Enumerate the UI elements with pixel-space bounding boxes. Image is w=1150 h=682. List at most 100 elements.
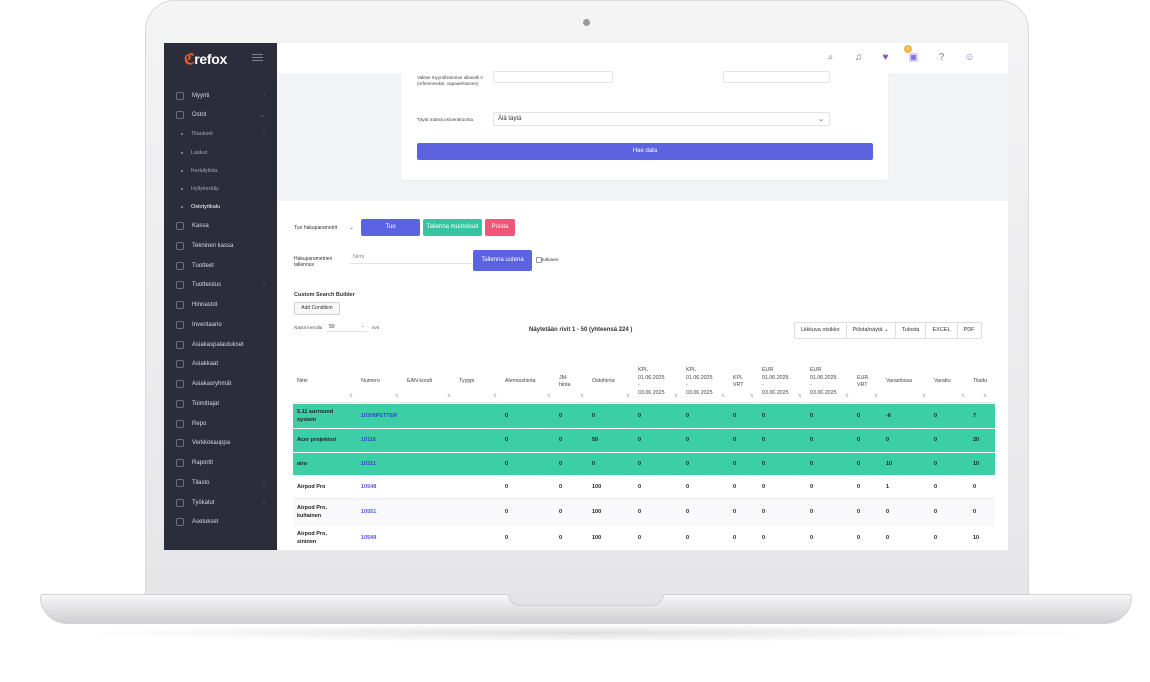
heart-icon[interactable]: ♥	[880, 52, 891, 63]
product-number-link[interactable]: 10116	[361, 437, 376, 445]
sort-icon[interactable]: ⇅	[874, 393, 878, 399]
column-visibility-button[interactable]: Piilota/näytä ⌄	[847, 323, 896, 338]
table-row[interactable]: Airpod Pro, kultainen 10551 0 0 100 0 0 0 0 0 0 0 0 0	[293, 499, 995, 526]
sidebar-item-raportit[interactable]: Raportit	[164, 454, 277, 472]
import-button[interactable]: Tuo	[361, 219, 420, 236]
sort-icon[interactable]: ⇅	[580, 393, 584, 399]
history-range-input-2[interactable]	[723, 71, 830, 83]
sidebar-item-verkkokauppa[interactable]: Verkkokauppa	[164, 434, 277, 452]
sidebar-item-myynti[interactable]: Myynti ›	[164, 87, 277, 105]
sidebar-item-hinnastot[interactable]: Hinnastot	[164, 296, 277, 314]
page-size-select[interactable]: 50 ⌄	[327, 322, 367, 332]
sidebar-item-asiakkaat[interactable]: Asiakkaat	[164, 355, 277, 373]
sort-icon[interactable]: ⇅	[395, 393, 399, 399]
sort-icon[interactable]: ⇅	[961, 393, 965, 399]
sort-icon[interactable]: ⇅	[983, 393, 987, 399]
name-input[interactable]: Nimi	[349, 251, 472, 264]
column-header[interactable]: Alennushinta	[505, 378, 536, 386]
column-header[interactable]: JM-hinta	[559, 375, 571, 390]
sort-icon[interactable]: ⇅	[721, 393, 725, 399]
column-header[interactable]: Nimi	[297, 378, 308, 386]
column-header[interactable]: Numero	[361, 378, 380, 386]
bell-icon[interactable]: ♫	[853, 52, 864, 63]
sidebar-item-tuotteet[interactable]: Tuotteet	[164, 257, 277, 275]
print-button[interactable]: Tulosta	[896, 323, 927, 338]
menu-toggle-icon[interactable]	[252, 54, 263, 63]
chevron-down-icon[interactable]: ⌄	[349, 224, 354, 231]
column-header[interactable]: KPL 01.06.2025-03.06.2025	[638, 367, 665, 397]
fill-select[interactable]: Älä täytä ⌄	[493, 112, 830, 126]
table-cell: 0	[505, 483, 509, 490]
logo-mark-icon: ℭ	[184, 51, 195, 68]
sort-icon[interactable]: ⇅	[798, 393, 802, 399]
sidebar-item-label: Asiakaspalautukset	[192, 342, 244, 348]
search-icon[interactable]: ⌕	[825, 52, 836, 63]
column-header[interactable]: KPL VRT	[733, 375, 744, 390]
sidebar-item-label: Inventaario	[192, 322, 222, 328]
product-number-link[interactable]: 10211	[361, 461, 376, 469]
column-header[interactable]: Varattu	[934, 378, 951, 386]
sidebar-item-asiakaspalautukset[interactable]: Asiakaspalautukset	[164, 336, 277, 354]
column-header[interactable]: Varastossa	[886, 378, 912, 386]
sort-icon[interactable]: ⇅	[547, 393, 551, 399]
table-row[interactable]: Airpod Pro, sininen 10549 0 0 100 0 0 0 0 0 0 0 0 10	[293, 526, 995, 550]
column-header[interactable]: EAN koodi	[407, 378, 432, 386]
product-number-link[interactable]: 10549	[361, 535, 376, 543]
save-changes-button[interactable]: Tallenna muutokset	[423, 219, 482, 236]
column-header[interactable]: Tilattu	[973, 378, 987, 386]
sidebar-item-asetukset[interactable]: Asetukset	[164, 513, 277, 531]
sidebar-item-hyllykeräily[interactable]: Hyllykeräily	[164, 180, 277, 198]
product-number-link[interactable]: 10548	[361, 484, 376, 492]
sidebar-item-ostot[interactable]: Ostot ⌄	[164, 106, 277, 124]
sidebar-item-repo[interactable]: Repo	[164, 415, 277, 433]
sidebar-item-asiakasryhmät[interactable]: Asiakasryhmät	[164, 375, 277, 393]
product-number-link[interactable]: 102HIPETTER	[361, 413, 397, 421]
sticky-header-button[interactable]: Liikkuva otsikko	[795, 323, 847, 338]
sidebar-item-kassa[interactable]: Kassa	[164, 217, 277, 235]
sort-icon[interactable]: ⇅	[922, 393, 926, 399]
gift-icon[interactable]: ▣	[908, 52, 919, 63]
pdf-button[interactable]: PDF	[958, 323, 981, 338]
table-row[interactable]: Acer projektori 10116 0 0 50 0 0 0 0 0 0 0 0 20	[293, 429, 995, 453]
user-icon[interactable]: ☺	[964, 52, 975, 63]
sidebar-item-toimittajat[interactable]: Toimittajat	[164, 395, 277, 413]
sidebar-item-label: Myynti	[192, 93, 210, 99]
column-header[interactable]: EUR 01.06.2025-03.06.2025	[810, 367, 837, 397]
sort-icon[interactable]: ⇅	[845, 393, 849, 399]
column-header[interactable]: EUR VRT	[857, 375, 868, 390]
add-condition-button[interactable]: Add Condition	[294, 302, 340, 315]
table-row[interactable]: 5.11 surround system 102HIPETTER 0 0 0 0 0 0 0 0 0 -…	[293, 404, 995, 429]
table-row[interactable]: airo 10211 0 0 0 0 0 0 0 0 0 10 0 10	[293, 453, 995, 476]
sort-icon[interactable]: ⇅	[750, 393, 754, 399]
sort-icon[interactable]: ⇅	[493, 393, 497, 399]
sidebar-item-tuotteistus[interactable]: Tuotteistus ›	[164, 276, 277, 294]
column-header[interactable]: Ostohinta	[592, 378, 615, 386]
sidebar-item-tilasto[interactable]: Tilasto ›	[164, 474, 277, 492]
sidebar-item-inventaario[interactable]: Inventaario	[164, 316, 277, 334]
sidebar-item-tekninen-kassa[interactable]: Tekninen kassa	[164, 237, 277, 255]
sidebar-item-laskut[interactable]: Laskut ›	[164, 144, 277, 162]
help-icon[interactable]: ?	[936, 52, 947, 63]
table-cell: 100	[592, 483, 602, 490]
sidebar-item-työkalut[interactable]: Työkalut ›	[164, 494, 277, 512]
column-header[interactable]: Tyyppi	[459, 378, 474, 386]
table-row[interactable]: Airpod Pro 10548 0 0 100 0 0 0 0 0 0 1 0 0	[293, 476, 995, 499]
table-cell: 0	[733, 508, 737, 515]
history-range-input[interactable]	[493, 71, 613, 83]
sort-icon[interactable]: ⇅	[626, 393, 630, 399]
logo[interactable]: ℭrefox	[184, 50, 227, 68]
sidebar-item-keräilylista[interactable]: Keräilylista	[164, 162, 277, 180]
product-number-link[interactable]: 10551	[361, 509, 376, 517]
save-new-button[interactable]: Tallenna uutena	[473, 250, 532, 271]
sidebar-item-tilaukset[interactable]: Tilaukset ›	[164, 125, 277, 143]
sort-icon[interactable]: ⇅	[349, 393, 353, 399]
sort-icon[interactable]: ⇅	[674, 393, 678, 399]
column-header[interactable]: KPL 01.06.2025-03.06.2025	[686, 367, 713, 397]
column-header[interactable]: EUR 01.06.2025-03.06.2025	[762, 367, 789, 397]
sidebar-item-ostotyökalu[interactable]: Ostotyökalu	[164, 198, 277, 216]
delete-button[interactable]: Poista	[485, 219, 515, 236]
table-cell: 0	[686, 437, 690, 444]
sort-icon[interactable]: ⇅	[447, 393, 451, 399]
fetch-data-button[interactable]: Hae data	[417, 143, 873, 160]
excel-button[interactable]: EXCEL	[926, 323, 958, 338]
